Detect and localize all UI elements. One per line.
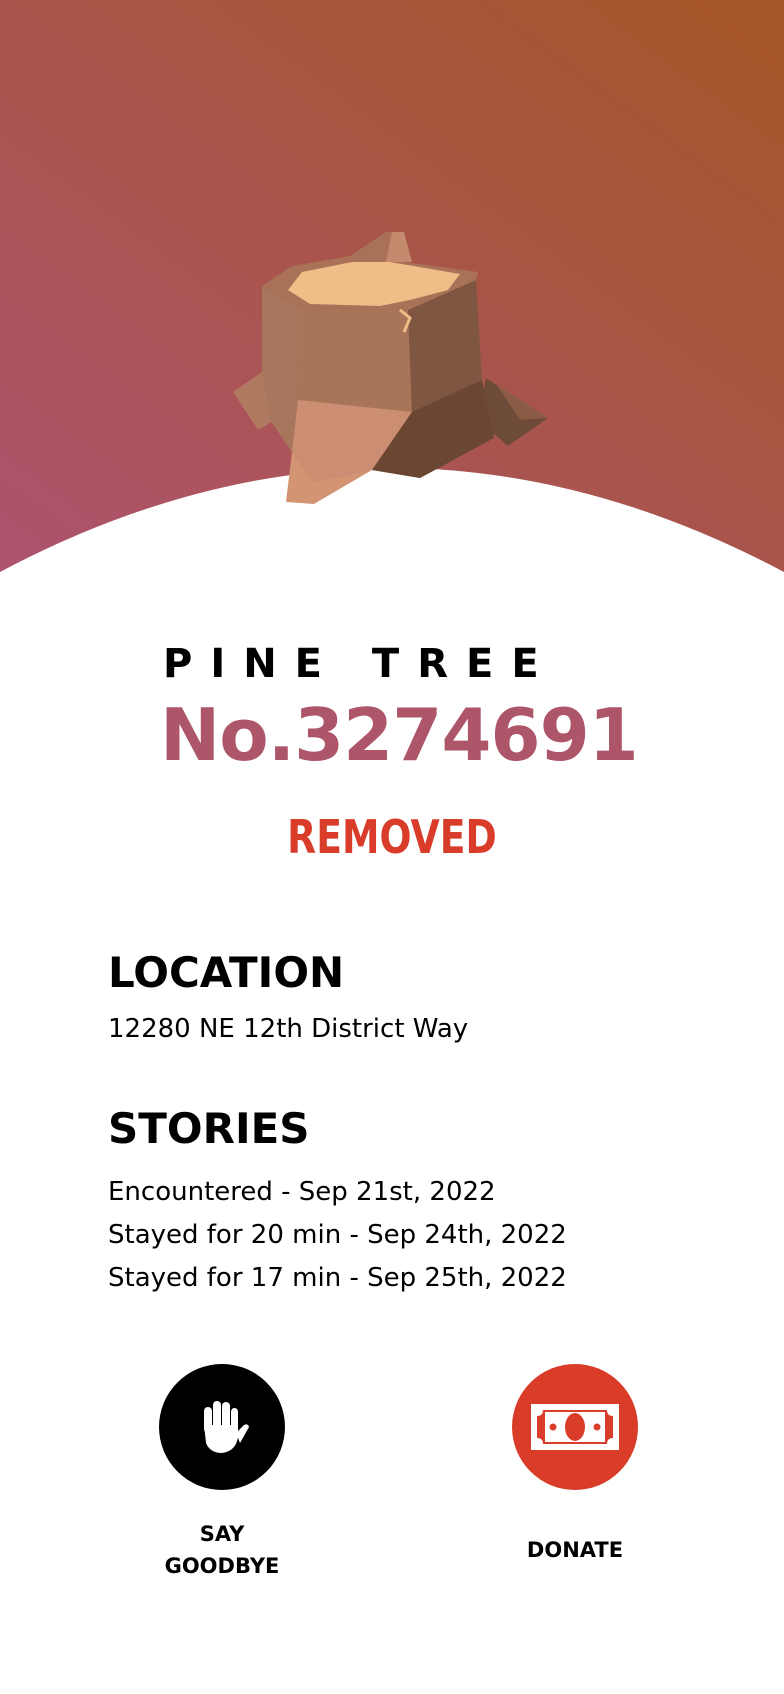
status-badge: REMOVED [287,810,497,864]
story-item: Encountered - Sep 21st, 2022 [108,1177,496,1207]
tree-number: No.3274691 [160,693,639,777]
donate-label[interactable]: DONATE [495,1534,655,1566]
stories-title: STORIES [108,1104,310,1153]
banknote-icon [531,1404,619,1450]
story-item: Stayed for 17 min - Sep 25th, 2022 [108,1263,567,1293]
location-title: LOCATION [108,948,345,997]
hero-banner [0,0,784,580]
tree-species: PINE TREE [163,641,557,687]
waving-hand-icon [204,1401,249,1453]
location-address: 12280 NE 12th District Way [108,1014,469,1044]
story-list: Encountered - Sep 21st, 2022 Stayed for … [108,1170,567,1299]
say-goodbye-circle[interactable] [159,1364,285,1490]
story-item: Stayed for 20 min - Sep 24th, 2022 [108,1220,567,1250]
donate-button[interactable]: DONATE [495,1364,655,1566]
say-goodbye-button[interactable]: SAY GOODBYE [142,1364,302,1582]
say-goodbye-label[interactable]: SAY GOODBYE [142,1518,302,1582]
donate-circle[interactable] [512,1364,638,1490]
